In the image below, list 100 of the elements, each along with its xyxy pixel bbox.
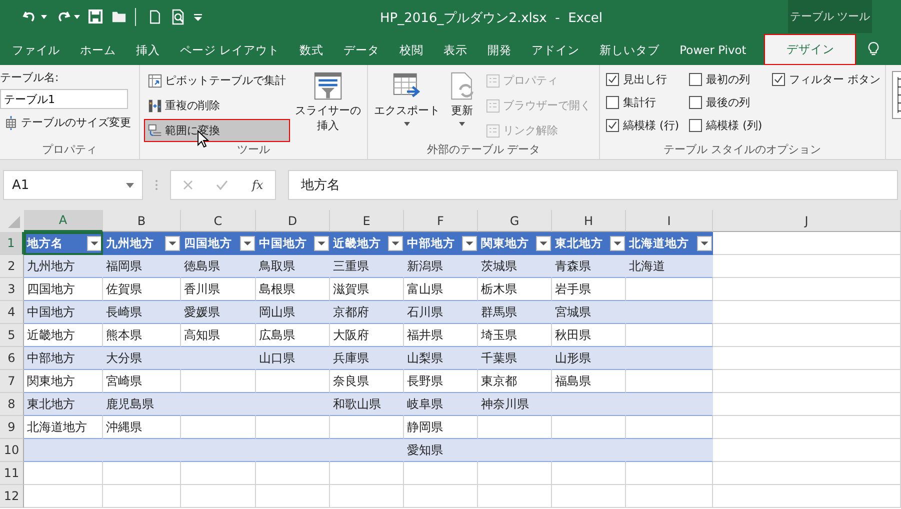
- column-header[interactable]: A: [24, 210, 103, 232]
- empty-cell[interactable]: [713, 485, 901, 508]
- table-cell[interactable]: 岡山県: [256, 301, 330, 324]
- table-cell[interactable]: 群馬県: [478, 301, 552, 324]
- option-checkbox[interactable]: 見出し行: [606, 69, 680, 90]
- option-checkbox[interactable]: 最初の列: [689, 69, 762, 90]
- row-header[interactable]: 12: [0, 485, 24, 508]
- lightbulb-icon[interactable]: [868, 41, 880, 57]
- table-cell[interactable]: 北海道: [626, 255, 713, 278]
- row-header[interactable]: 9: [0, 416, 24, 439]
- ribbon-tab[interactable]: 開発: [478, 35, 522, 65]
- table-cell[interactable]: 鹿児島県: [103, 393, 181, 416]
- table-header-cell[interactable]: 近畿地方: [330, 232, 404, 255]
- column-header[interactable]: H: [552, 210, 626, 232]
- option-checkbox[interactable]: 集計行: [606, 92, 680, 113]
- ribbon-tab[interactable]: Power Pivot: [670, 35, 756, 65]
- empty-cell[interactable]: [713, 462, 901, 485]
- tool-button[interactable]: ピボットテーブルで集計: [144, 69, 290, 92]
- folder-icon[interactable]: [111, 9, 127, 24]
- empty-cell[interactable]: [478, 485, 552, 508]
- row-header[interactable]: 8: [0, 393, 24, 416]
- table-cell[interactable]: 大分県: [103, 347, 181, 370]
- external-data-button[interactable]: エクスポート: [372, 69, 442, 142]
- table-cell[interactable]: 中部地方: [24, 347, 103, 370]
- table-header-cell[interactable]: 中部地方: [404, 232, 478, 255]
- row-header[interactable]: 7: [0, 370, 24, 393]
- filter-dropdown-icon[interactable]: [240, 236, 255, 251]
- row-header[interactable]: 4: [0, 301, 24, 324]
- table-cell[interactable]: 愛知県: [404, 439, 478, 462]
- table-cell[interactable]: 宮城県: [552, 301, 626, 324]
- caret-icon[interactable]: [74, 14, 80, 18]
- table-cell[interactable]: 九州地方: [24, 255, 103, 278]
- table-cell[interactable]: 青森県: [552, 255, 626, 278]
- table-header-cell[interactable]: 北海道地方: [626, 232, 713, 255]
- print-preview-icon[interactable]: [170, 8, 186, 24]
- option-checkbox[interactable]: 最後の列: [689, 92, 762, 113]
- empty-cell[interactable]: [626, 462, 713, 485]
- row-header[interactable]: 1: [0, 232, 24, 255]
- empty-cell[interactable]: [713, 370, 901, 393]
- name-box[interactable]: A1: [3, 170, 143, 200]
- table-header-cell[interactable]: 地方名: [24, 232, 103, 255]
- table-cell[interactable]: 中国地方: [24, 301, 103, 324]
- table-cell[interactable]: 山口県: [256, 347, 330, 370]
- table-cell[interactable]: 兵庫県: [330, 347, 404, 370]
- caret-icon[interactable]: [41, 14, 47, 18]
- row-header[interactable]: 3: [0, 278, 24, 301]
- option-checkbox[interactable]: 縞模様 (行): [606, 115, 680, 136]
- tool-button[interactable]: 重複の削除: [144, 94, 290, 117]
- ribbon-tab[interactable]: 表示: [434, 35, 478, 65]
- filter-dropdown-icon[interactable]: [462, 236, 477, 251]
- empty-cell[interactable]: [330, 485, 404, 508]
- filter-dropdown-icon[interactable]: [165, 236, 180, 251]
- table-cell[interactable]: 千葉県: [478, 347, 552, 370]
- empty-cell[interactable]: [552, 485, 626, 508]
- table-cell[interactable]: 山梨県: [404, 347, 478, 370]
- table-cell[interactable]: 新潟県: [404, 255, 478, 278]
- table-cell[interactable]: 愛媛県: [181, 301, 256, 324]
- filter-dropdown-icon[interactable]: [536, 236, 551, 251]
- ribbon-tab[interactable]: 挿入: [126, 35, 170, 65]
- new-document-icon[interactable]: [148, 8, 162, 24]
- table-header-cell[interactable]: 東北地方: [552, 232, 626, 255]
- table-header-cell[interactable]: 中国地方: [256, 232, 330, 255]
- row-header[interactable]: 10: [0, 439, 24, 462]
- empty-cell[interactable]: [256, 485, 330, 508]
- column-header[interactable]: D: [256, 210, 330, 232]
- row-header[interactable]: 6: [0, 347, 24, 370]
- ribbon-tab[interactable]: 新しいタブ: [590, 35, 670, 65]
- empty-cell[interactable]: [404, 485, 478, 508]
- column-header[interactable]: G: [478, 210, 552, 232]
- empty-cell[interactable]: [552, 462, 626, 485]
- table-cell[interactable]: 東北地方: [24, 393, 103, 416]
- row-header[interactable]: 2: [0, 255, 24, 278]
- table-cell[interactable]: 石川県: [404, 301, 478, 324]
- option-checkbox[interactable]: 縞模様 (列): [689, 115, 762, 136]
- filter-dropdown-icon[interactable]: [388, 236, 403, 251]
- ribbon-tab[interactable]: データ: [334, 35, 390, 65]
- filter-dropdown-icon[interactable]: [610, 236, 625, 251]
- column-header[interactable]: I: [626, 210, 713, 232]
- table-cell[interactable]: 鳥取県: [256, 255, 330, 278]
- empty-cell[interactable]: [330, 462, 404, 485]
- table-cell[interactable]: 三重県: [330, 255, 404, 278]
- empty-cell[interactable]: [103, 485, 181, 508]
- filter-dropdown-icon[interactable]: [697, 236, 712, 251]
- table-cell[interactable]: 徳島県: [181, 255, 256, 278]
- ribbon-tab[interactable]: ファイル: [2, 35, 70, 65]
- table-cell[interactable]: 京都府: [330, 301, 404, 324]
- empty-cell[interactable]: [478, 462, 552, 485]
- cancel-icon[interactable]: [182, 180, 193, 190]
- table-cell[interactable]: 長崎県: [103, 301, 181, 324]
- customize-icon[interactable]: [194, 12, 202, 20]
- ribbon-tab[interactable]: ページ レイアウト: [170, 35, 290, 65]
- table-cell[interactable]: 福岡県: [103, 255, 181, 278]
- table-cell[interactable]: 茨城県: [478, 255, 552, 278]
- drag-handle-icon[interactable]: [155, 179, 158, 191]
- column-header[interactable]: F: [404, 210, 478, 232]
- ribbon-tab[interactable]: アドイン: [522, 35, 590, 65]
- enter-icon[interactable]: [216, 180, 228, 190]
- table-cell[interactable]: 和歌山県: [330, 393, 404, 416]
- filter-dropdown-icon[interactable]: [314, 236, 329, 251]
- column-header[interactable]: J: [713, 210, 901, 232]
